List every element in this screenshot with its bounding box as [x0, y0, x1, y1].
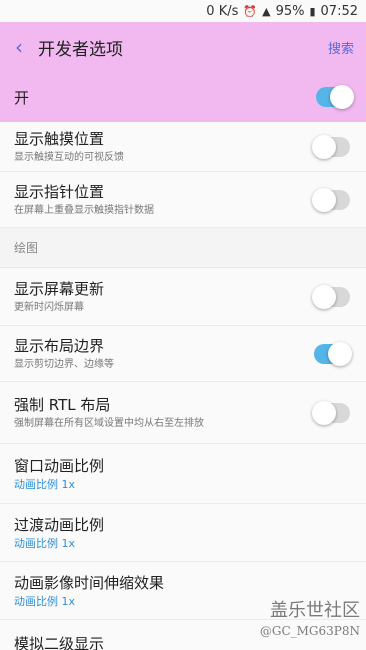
setting-title: 窗口动画比例 — [14, 456, 105, 475]
page-title: 开发者选项 — [38, 39, 123, 60]
master-toggle[interactable] — [316, 85, 354, 109]
setting-force-rtl[interactable]: 强制 RTL 布局 强制屏幕在所有区域设置中均从右至左排放 — [0, 382, 366, 444]
search-button[interactable]: 搜索 — [328, 38, 366, 57]
setting-title: 显示布局边界 — [14, 336, 105, 355]
show-layout-bounds-toggle[interactable] — [314, 341, 352, 366]
watermark: 盖乐世社区 @GC_MG63P8N — [260, 596, 360, 638]
setting-pointer-location[interactable]: 显示指针位置 在屏幕上重叠显示触摸指针数据 — [0, 172, 366, 228]
setting-title: 动画影像时间伸缩效果 — [14, 573, 165, 592]
network-speed: 0 K/s — [206, 3, 239, 19]
show-screen-updates-toggle[interactable] — [312, 284, 350, 309]
toggle-knob — [328, 341, 352, 366]
setting-subtitle: 在屏幕上重叠显示触摸指针数据 — [14, 204, 154, 216]
toggle-knob — [312, 134, 336, 159]
status-bar: 0 K/s ⏰ ▲ 95% ▮ 07:52 — [0, 0, 366, 22]
setting-transition-animation-scale[interactable]: 过渡动画比例 动画比例 1x — [0, 504, 366, 562]
master-switch-label: 开 — [14, 88, 30, 107]
battery-icon: ▮ — [309, 4, 316, 18]
setting-show-layout-bounds[interactable]: 显示布局边界 显示剪切边界、边缘等 — [0, 326, 366, 382]
toggle-knob — [330, 85, 354, 109]
watermark-line2: @GC_MG63P8N — [259, 624, 360, 638]
setting-title: 显示屏幕更新 — [14, 279, 105, 298]
setting-show-touches[interactable]: 显示触摸位置 显示触摸互动的可视反馈 — [0, 122, 366, 172]
setting-value: 动画比例 1x — [14, 477, 76, 491]
toggle-knob — [312, 187, 336, 212]
pointer-location-toggle[interactable] — [312, 187, 350, 212]
setting-window-animation-scale[interactable]: 窗口动画比例 动画比例 1x — [0, 444, 366, 504]
developer-options-master-switch[interactable]: 开 — [0, 72, 366, 122]
signal-icon: ▲ — [262, 4, 271, 18]
setting-title: 显示指针位置 — [14, 182, 105, 201]
setting-title: 显示触摸位置 — [14, 129, 105, 148]
setting-subtitle: 更新时闪烁屏幕 — [14, 301, 84, 313]
watermark-line1: 盖乐世社区 — [270, 600, 360, 621]
setting-subtitle: 显示剪切边界、边缘等 — [14, 358, 114, 370]
force-rtl-toggle[interactable] — [312, 400, 350, 425]
setting-subtitle: 显示触摸互动的可视反馈 — [14, 151, 124, 163]
app-bar: ‹ 开发者选项 搜索 — [0, 22, 366, 72]
show-touches-toggle[interactable] — [312, 134, 350, 159]
setting-subtitle: 强制屏幕在所有区域设置中均从右至左排放 — [14, 417, 204, 429]
setting-title: 过渡动画比例 — [14, 515, 105, 534]
settings-list: 显示触摸位置 显示触摸互动的可视反馈 显示指针位置 在屏幕上重叠显示触摸指针数据… — [0, 122, 366, 650]
setting-title: 强制 RTL 布局 — [14, 395, 111, 414]
setting-show-screen-updates[interactable]: 显示屏幕更新 更新时闪烁屏幕 — [0, 268, 366, 326]
toggle-knob — [312, 400, 336, 425]
alarm-icon: ⏰ — [243, 4, 258, 18]
toggle-knob — [312, 284, 336, 309]
section-header-drawing: 绘图 — [0, 228, 366, 268]
battery-level: 95% — [275, 3, 305, 19]
back-arrow-icon[interactable]: ‹ — [0, 35, 38, 59]
clock: 07:52 — [320, 3, 358, 19]
setting-value: 动画比例 1x — [14, 536, 76, 550]
